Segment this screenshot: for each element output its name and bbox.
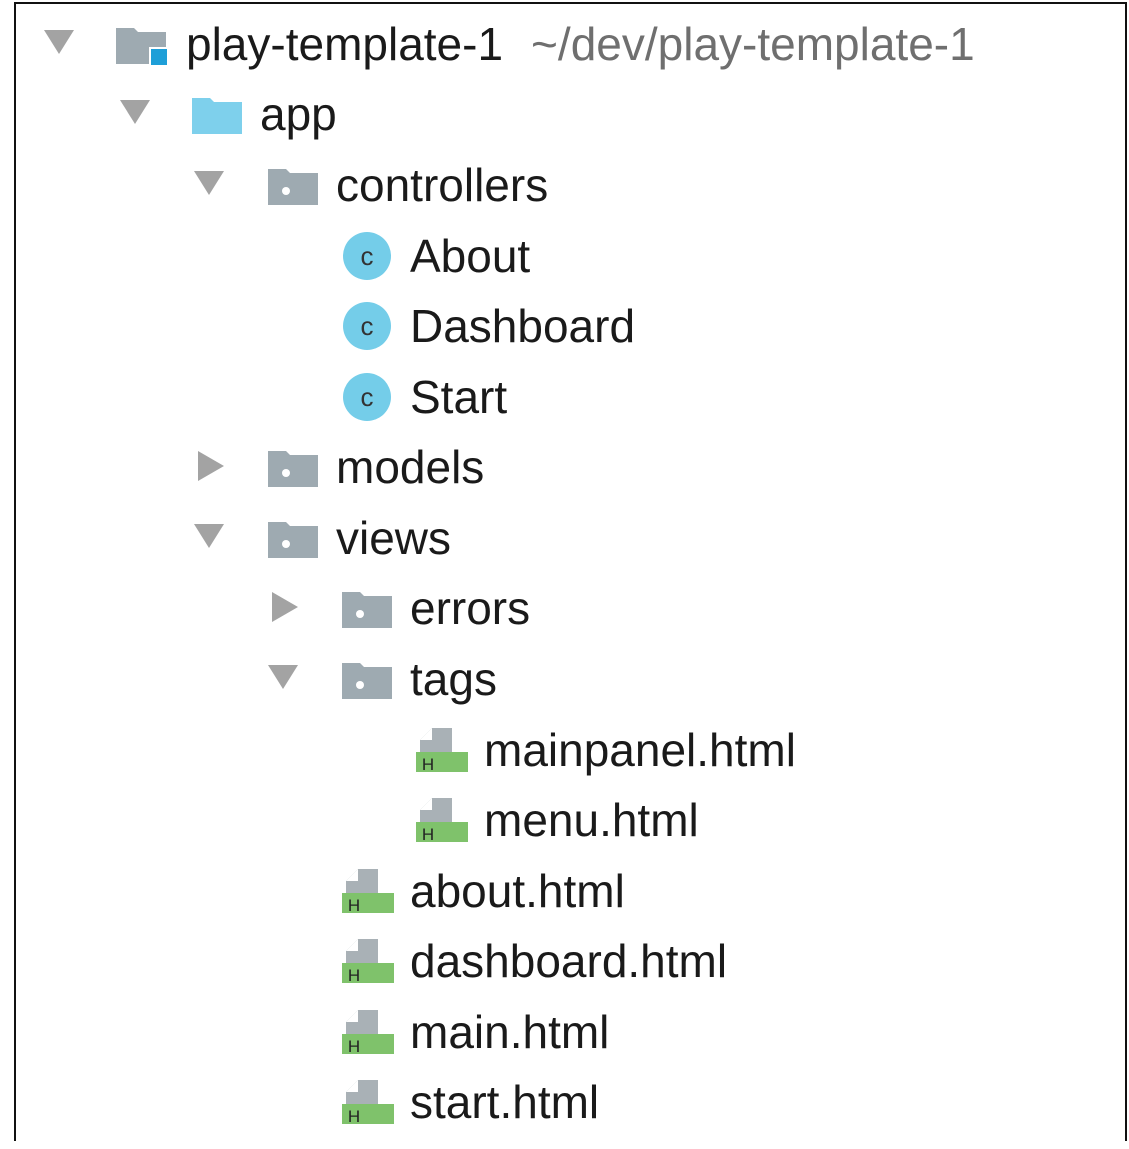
tree-row-label: models <box>336 441 485 493</box>
tree-row-menu-html[interactable]: H menu.html <box>16 784 1125 854</box>
tree-row-tags[interactable]: tags <box>16 643 1125 713</box>
html-icon-letter: H <box>348 1107 360 1126</box>
expand-arrow-icon[interactable] <box>272 592 298 622</box>
package-folder-icon <box>268 169 318 205</box>
tree-row-start-class[interactable]: c Start <box>16 361 1125 431</box>
html-file-icon: H <box>416 728 468 774</box>
tree-row-about-html[interactable]: H about.html <box>16 855 1125 925</box>
project-path: ~/dev/play-template-1 <box>531 18 975 70</box>
collapse-arrow-icon[interactable] <box>268 665 298 689</box>
class-icon: c <box>343 302 391 350</box>
tree-row-dashboard-class[interactable]: c Dashboard <box>16 290 1125 360</box>
tree-row-views[interactable]: views <box>16 502 1125 572</box>
html-file-icon: H <box>416 798 468 844</box>
collapse-arrow-icon[interactable] <box>120 100 150 124</box>
package-folder-icon <box>342 663 392 699</box>
source-folder-icon <box>192 98 242 134</box>
project-tree-panel: play-template-1 ~/dev/play-template-1 app… <box>14 2 1127 1145</box>
tree-row-label: main.html <box>410 1006 610 1058</box>
html-icon-letter: H <box>348 1037 360 1056</box>
tree-row-label: app <box>260 88 337 140</box>
tree-row-label: menu.html <box>484 794 699 846</box>
tree-row-controllers[interactable]: controllers <box>16 149 1125 219</box>
html-file-icon: H <box>342 939 394 985</box>
html-icon-letter: H <box>422 755 434 774</box>
class-icon-letter: c <box>361 241 374 271</box>
class-icon-letter: c <box>361 382 374 412</box>
html-icon-letter: H <box>348 896 360 915</box>
package-folder-icon <box>268 451 318 487</box>
tree-row-label: controllers <box>336 159 549 211</box>
package-folder-icon <box>268 522 318 558</box>
tree-row-label: start.html <box>410 1076 600 1128</box>
expand-arrow-icon[interactable] <box>198 451 224 481</box>
module-folder-icon <box>116 28 168 67</box>
html-file-icon: H <box>342 869 394 915</box>
html-file-icon: H <box>342 1080 394 1126</box>
package-folder-icon <box>342 592 392 628</box>
tree-row-label: About <box>410 230 531 282</box>
html-file-icon: H <box>342 1010 394 1056</box>
tree-row-label: mainpanel.html <box>484 724 796 776</box>
tree-row-root[interactable]: play-template-1 ~/dev/play-template-1 <box>16 8 1125 78</box>
tree-row-label: Dashboard <box>410 300 636 352</box>
tree-row-errors[interactable]: errors <box>16 572 1125 642</box>
tree-row-label: tags <box>410 653 497 705</box>
project-name: play-template-1 <box>186 18 504 70</box>
tree-row-models[interactable]: models <box>16 431 1125 501</box>
tree-row-label: Start <box>410 371 508 423</box>
collapse-arrow-icon[interactable] <box>44 30 74 54</box>
html-icon-letter: H <box>422 825 434 844</box>
tree-cutoff-edge <box>0 1141 1129 1149</box>
collapse-arrow-icon[interactable] <box>194 524 224 548</box>
tree-row-mainpanel-html[interactable]: H mainpanel.html <box>16 714 1125 784</box>
class-icon-letter: c <box>361 311 374 341</box>
tree-row-main-html[interactable]: H main.html <box>16 996 1125 1066</box>
tree-row-label: views <box>336 512 452 564</box>
tree-row-label: errors <box>410 582 531 634</box>
tree-row-label: dashboard.html <box>410 935 728 987</box>
class-icon: c <box>343 232 391 280</box>
tree-row-label: play-template-1 ~/dev/play-template-1 <box>186 16 975 72</box>
tree-row-start-html[interactable]: H start.html <box>16 1066 1125 1136</box>
tree-row-app[interactable]: app <box>16 78 1125 148</box>
class-icon: c <box>343 373 391 421</box>
collapse-arrow-icon[interactable] <box>194 171 224 195</box>
tree-row-about-class[interactable]: c About <box>16 220 1125 290</box>
tree-row-dashboard-html[interactable]: H dashboard.html <box>16 925 1125 995</box>
tree-row-label: about.html <box>410 865 625 917</box>
html-icon-letter: H <box>348 966 360 985</box>
